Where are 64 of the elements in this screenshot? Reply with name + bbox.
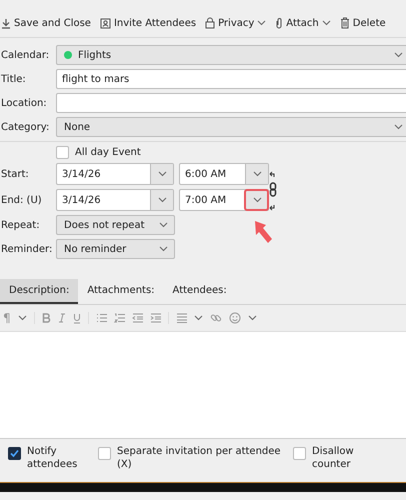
bold-icon[interactable] [42, 313, 51, 323]
checkbox-label: Disallow counter [312, 445, 355, 471]
chevron-down-icon [158, 197, 166, 203]
title-field[interactable]: flight to mars [56, 69, 406, 89]
trash-icon [340, 17, 350, 29]
chevron-down-icon [394, 124, 403, 130]
checkbox-label: All day Event [75, 147, 141, 158]
toolbar-button[interactable]: Attach [275, 17, 331, 29]
align-icon[interactable] [176, 313, 187, 323]
tab[interactable]: Attachments: [78, 279, 164, 304]
toolbar-button[interactable]: Invite Attendees [100, 18, 196, 28]
chevron-down-icon [252, 197, 262, 203]
field-label: Title: [1, 74, 27, 84]
link-icon[interactable] [210, 312, 222, 324]
date-field[interactable]: 3/14/26 [56, 189, 174, 211]
toolbar-button[interactable]: Privacy [205, 17, 266, 29]
time-field[interactable]: 7:00 AM [179, 189, 269, 211]
checkbox[interactable] [8, 447, 21, 460]
chevron-down-icon [248, 315, 257, 321]
contact-card-icon [100, 18, 111, 28]
checkbox[interactable] [98, 447, 111, 460]
bullet-list-icon[interactable] [96, 313, 107, 323]
lock-icon [205, 17, 216, 29]
paperclip-icon [275, 17, 284, 29]
calendar-dropdown[interactable]: Flights [56, 45, 406, 65]
outdent-icon[interactable] [132, 313, 143, 323]
italic-icon[interactable] [58, 313, 66, 323]
chevron-down-icon [257, 20, 266, 26]
date-field[interactable]: 3/14/26 [56, 163, 174, 185]
checkbox-label: Notify attendees [27, 445, 78, 471]
download-icon [1, 18, 11, 28]
smiley-icon[interactable] [228, 312, 241, 324]
repeat-dropdown[interactable]: Does not repeat [56, 215, 175, 235]
time-field[interactable]: 6:00 AM [179, 163, 269, 185]
chevron-down-icon [194, 315, 203, 321]
field-label: Reminder: [1, 244, 53, 254]
chevron-down-icon [18, 315, 27, 321]
tab[interactable]: Description: [0, 279, 78, 304]
numbered-list-icon[interactable] [114, 313, 125, 323]
checkbox-label: Separate invitation per attendee (X) [117, 445, 282, 471]
field-label: Location: [1, 98, 48, 108]
reminder-dropdown[interactable]: No reminder [56, 239, 175, 259]
chevron-down-icon [394, 52, 403, 58]
toolbar-button[interactable]: Delete [340, 17, 386, 29]
chevron-down-icon [159, 222, 168, 228]
chevron-down-icon [159, 246, 168, 252]
pointer-arrow-icon [254, 220, 274, 246]
field-label: Repeat: [1, 220, 41, 230]
checkbox[interactable] [293, 447, 306, 460]
chevron-down-icon [322, 20, 331, 26]
field-label: End: (U) [1, 194, 43, 206]
field-label: Calendar: [1, 50, 50, 60]
indent-icon[interactable] [150, 313, 161, 323]
checkbox[interactable] [56, 146, 69, 159]
chevron-down-icon [252, 171, 262, 177]
category-dropdown[interactable]: None [56, 117, 406, 137]
chevron-down-icon [158, 171, 166, 177]
tab[interactable]: Attendees: [164, 279, 236, 304]
toolbar-button[interactable]: Save and Close [1, 18, 91, 28]
location-field[interactable] [56, 93, 406, 113]
field-label: Start: [1, 168, 30, 180]
field-label: Category: [1, 122, 50, 132]
underline-icon[interactable] [72, 312, 81, 324]
chain-link-icon[interactable] [268, 170, 278, 212]
